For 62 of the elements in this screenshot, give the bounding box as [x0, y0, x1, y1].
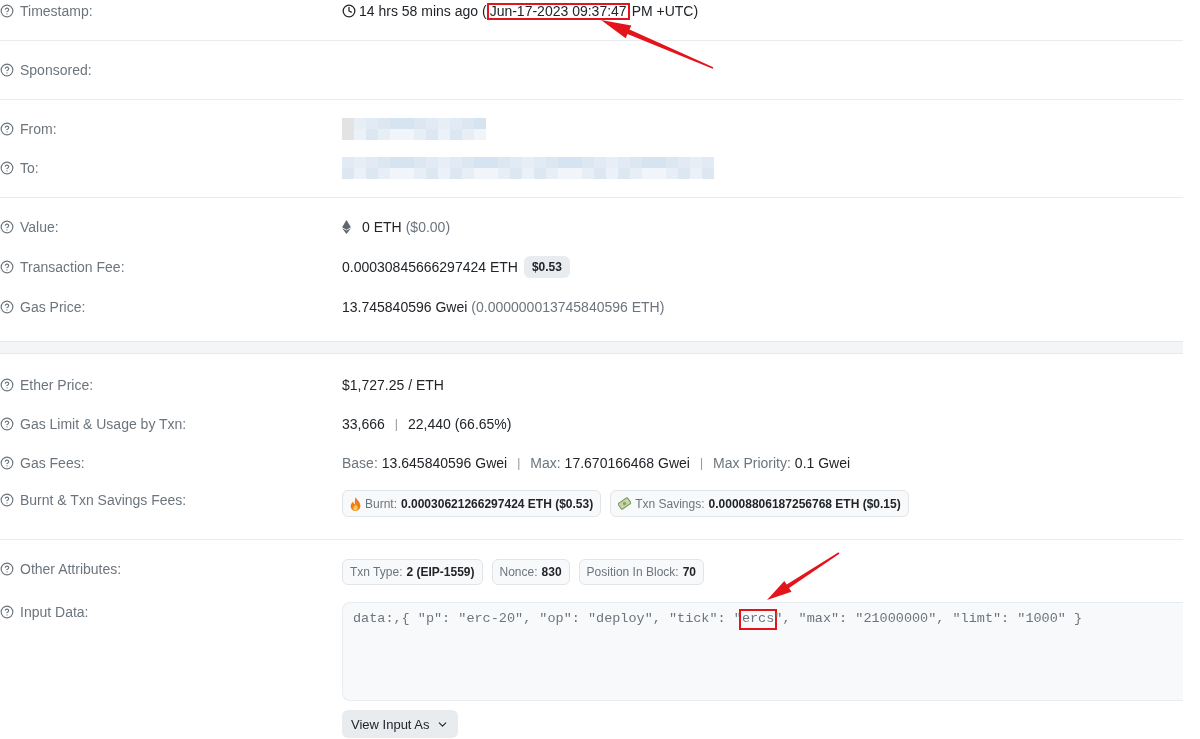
field-label: Value:: [20, 218, 59, 237]
banknote-icon: [618, 497, 632, 510]
help-icon[interactable]: [0, 4, 14, 18]
field-label: Gas Fees:: [20, 454, 85, 473]
secondary-text: ($0.00): [405, 218, 451, 237]
value-text: 13.645840596 Gwei: [381, 454, 508, 473]
view-input-as-button[interactable]: View Input As: [342, 710, 458, 738]
help-icon[interactable]: [0, 161, 14, 175]
help-icon[interactable]: [0, 562, 14, 576]
chip-label: Txn Type:: [350, 565, 403, 579]
field-label: Gas Price:: [20, 298, 86, 317]
field-label: Timestamp:: [20, 2, 93, 21]
timestamp-text: PM +UTC): [631, 2, 699, 21]
field-label: Input Data:: [20, 603, 89, 622]
help-icon[interactable]: [0, 260, 14, 274]
help-icon[interactable]: [0, 300, 14, 314]
value-text: 0 ETH: [362, 218, 402, 237]
help-icon[interactable]: [0, 122, 14, 136]
value-text: $1,727.25 / ETH: [342, 376, 444, 395]
secondary-text: Base:: [342, 454, 378, 473]
separator: |: [517, 455, 521, 472]
value-text: 22,440 (66.65%): [407, 415, 512, 434]
help-icon[interactable]: [0, 63, 14, 77]
help-icon[interactable]: [0, 378, 14, 392]
timestamp-text: 14 hrs 58 mins ago (: [359, 2, 487, 21]
secondary-text: (0.000000013745840596 ETH): [471, 298, 665, 317]
help-icon[interactable]: [0, 220, 14, 234]
field-label: From:: [20, 120, 57, 139]
field-label: Gas Limit & Usage by Txn:: [20, 415, 187, 434]
chip-label: Position In Block:: [586, 565, 679, 579]
chip-value: 70: [682, 565, 696, 579]
value-text: 0.00030845666297424 ETH: [342, 258, 518, 277]
field-label: Burnt & Txn Savings Fees:: [20, 491, 187, 510]
flame-icon: [350, 496, 361, 511]
separator: |: [699, 455, 704, 472]
chip-value: 2 (EIP-1559): [406, 565, 475, 579]
help-icon[interactable]: [0, 493, 14, 507]
diamond-icon: [342, 220, 351, 234]
chip-value: 830: [541, 565, 562, 579]
value-text: 33,666: [342, 415, 385, 434]
field-label: Ether Price:: [20, 376, 94, 395]
value-text: 13.745840596 Gwei: [342, 298, 468, 317]
chip-value: 0.00008806187256768 ETH ($0.15): [708, 496, 901, 511]
field-label: Other Attributes:: [20, 560, 122, 579]
clock-icon: [342, 4, 356, 18]
chip-label: Burnt:: [365, 496, 397, 511]
chip-label: Nonce:: [499, 565, 538, 579]
help-icon[interactable]: [0, 456, 14, 470]
field-label: Sponsored:: [20, 61, 92, 80]
secondary-text: Max:: [530, 454, 561, 473]
separator: |: [394, 416, 398, 433]
value-text: 17.670166468 Gwei: [564, 454, 690, 473]
timestamp-text: Jun-17-2023 09:37:47: [486, 2, 630, 20]
help-icon[interactable]: [0, 417, 14, 431]
usd-price-badge: $0.53: [523, 256, 570, 278]
chip-value: 0.00030621266297424 ETH ($0.53): [401, 496, 594, 511]
chip-label: Txn Savings:: [635, 496, 705, 511]
field-label: Transaction Fee:: [20, 258, 125, 277]
field-label: To:: [20, 159, 39, 178]
value-text: 0.1 Gwei: [794, 454, 851, 473]
help-icon[interactable]: [0, 605, 14, 619]
secondary-text: Max Priority:: [713, 454, 791, 473]
